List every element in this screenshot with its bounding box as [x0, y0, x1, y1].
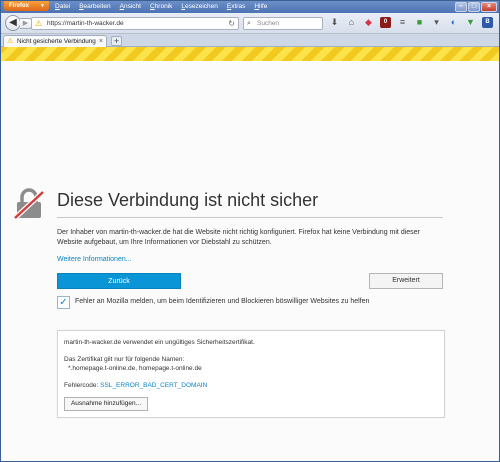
search-placeholder: Suchen [257, 20, 280, 27]
menu-extras[interactable]: Extras [227, 1, 245, 13]
minimize-button[interactable]: – [455, 2, 467, 12]
advanced-details-panel: martin-th-wacker.de verwendet ein ungült… [57, 330, 445, 418]
dropdown-arrow-icon: ▼ [40, 3, 45, 9]
menu-bar: Datei Bearbeiten Ansicht Chronik Lesezei… [55, 1, 267, 13]
back-nav-button[interactable]: ◀ [5, 15, 21, 31]
error-page: Diese Verbindung ist nicht sicher Der In… [1, 61, 499, 461]
tab-close-icon[interactable]: × [99, 36, 103, 47]
addon-blue-icon[interactable]: ◐ [448, 16, 459, 29]
firefox-menu-button[interactable]: Firefox ▼ [4, 1, 49, 11]
report-checkbox[interactable]: ✓ [57, 296, 70, 309]
advanced-button[interactable]: Erweitert [369, 273, 443, 289]
firefox-button-label: Firefox [9, 3, 30, 9]
menu-chronik[interactable]: Chronik [150, 1, 172, 13]
menu-bearbeiten[interactable]: Bearbeiten [79, 1, 110, 13]
divider [57, 217, 443, 218]
menu-ansicht[interactable]: Ansicht [120, 1, 141, 13]
menu-hilfe[interactable]: Hilfe [254, 1, 267, 13]
tab-title[interactable]: Nicht gesicherte Verbindung [17, 36, 96, 47]
more-info-link[interactable]: Weitere Informationen... [57, 256, 132, 263]
download-icon[interactable]: ⬇ [329, 16, 340, 29]
close-window-button[interactable]: × [481, 2, 497, 12]
cert-names-heading: Das Zertifikat gilt nur für folgende Nam… [64, 356, 185, 363]
cert-invalid-text: martin-th-wacker.de verwendet ein ungült… [64, 339, 255, 346]
navigation-bar: ◀ ▶ ⚠ https://martin-th-wacker.de ↻ ⌕ Su… [1, 13, 499, 34]
warning-icon[interactable]: ⚠ [35, 19, 42, 28]
error-code-link[interactable]: SSL_ERROR_BAD_CERT_DOMAIN [100, 382, 207, 389]
tab-active[interactable]: ⚠ Nicht gesicherte Verbindung × [3, 35, 107, 47]
cert-names-list: *.homepage.t-online.de, homepage.t-onlin… [68, 365, 202, 372]
page-title: Diese Verbindung ist nicht sicher [57, 190, 319, 210]
tab-warning-icon: ⚠ [7, 38, 14, 45]
url-bar[interactable]: ⚠ https://martin-th-wacker.de ↻ [31, 17, 239, 30]
menu-datei[interactable]: Datei [55, 1, 70, 13]
shield-addon-icon[interactable]: B [482, 17, 493, 28]
reload-icon[interactable]: ↻ [228, 18, 235, 30]
checkmark-icon: ✓ [59, 297, 68, 308]
error-code-line: Fehlercode: SSL_ERROR_BAD_CERT_DOMAIN [64, 382, 207, 389]
bookmark-icon[interactable]: ▼ [465, 16, 476, 29]
error-code-label: Fehlercode: [64, 382, 99, 389]
maximize-button[interactable]: □ [468, 2, 480, 12]
new-tab-button[interactable]: + [111, 36, 122, 46]
home-icon[interactable]: ⌂ [346, 16, 357, 29]
url-text[interactable]: https://martin-th-wacker.de [47, 18, 124, 30]
tab-bar: ⚠ Nicht gesicherte Verbindung × + [1, 34, 499, 47]
ublock-icon[interactable]: 0 [380, 17, 391, 28]
menu-icon[interactable]: ≡ [397, 16, 408, 29]
search-icon: ⌕ [247, 20, 251, 27]
warning-stripe [1, 47, 499, 61]
title-bar: Firefox ▼ Datei Bearbeiten Ansicht Chroni… [1, 1, 499, 13]
error-description: Der Inhaber von martin-th-wacker.de hat … [57, 229, 420, 246]
window-controls: – □ × [455, 2, 497, 12]
report-checkbox-label[interactable]: Fehler an Mozilla melden, um beim Identi… [75, 298, 369, 305]
menu-lesezeichen[interactable]: Lesezeichen [181, 1, 218, 13]
browser-window: Firefox ▼ Datei Bearbeiten Ansicht Chroni… [0, 0, 500, 462]
pocket-icon[interactable]: ◆ [363, 16, 374, 29]
back-button[interactable]: Zurück [57, 273, 181, 289]
addon-green-icon[interactable]: ■ [414, 16, 425, 29]
search-bar[interactable]: ⌕ Suchen [243, 17, 323, 30]
add-exception-button[interactable]: Ausnahme hinzufügen... [64, 397, 148, 411]
broken-lock-icon [14, 188, 44, 220]
addon-dropdown-icon[interactable]: ▾ [431, 16, 442, 29]
toolbar-icons: ⬇ ⌂ ◆ 0 ≡ ■ ▾ ◐ ▼ B ✱ [329, 16, 500, 29]
